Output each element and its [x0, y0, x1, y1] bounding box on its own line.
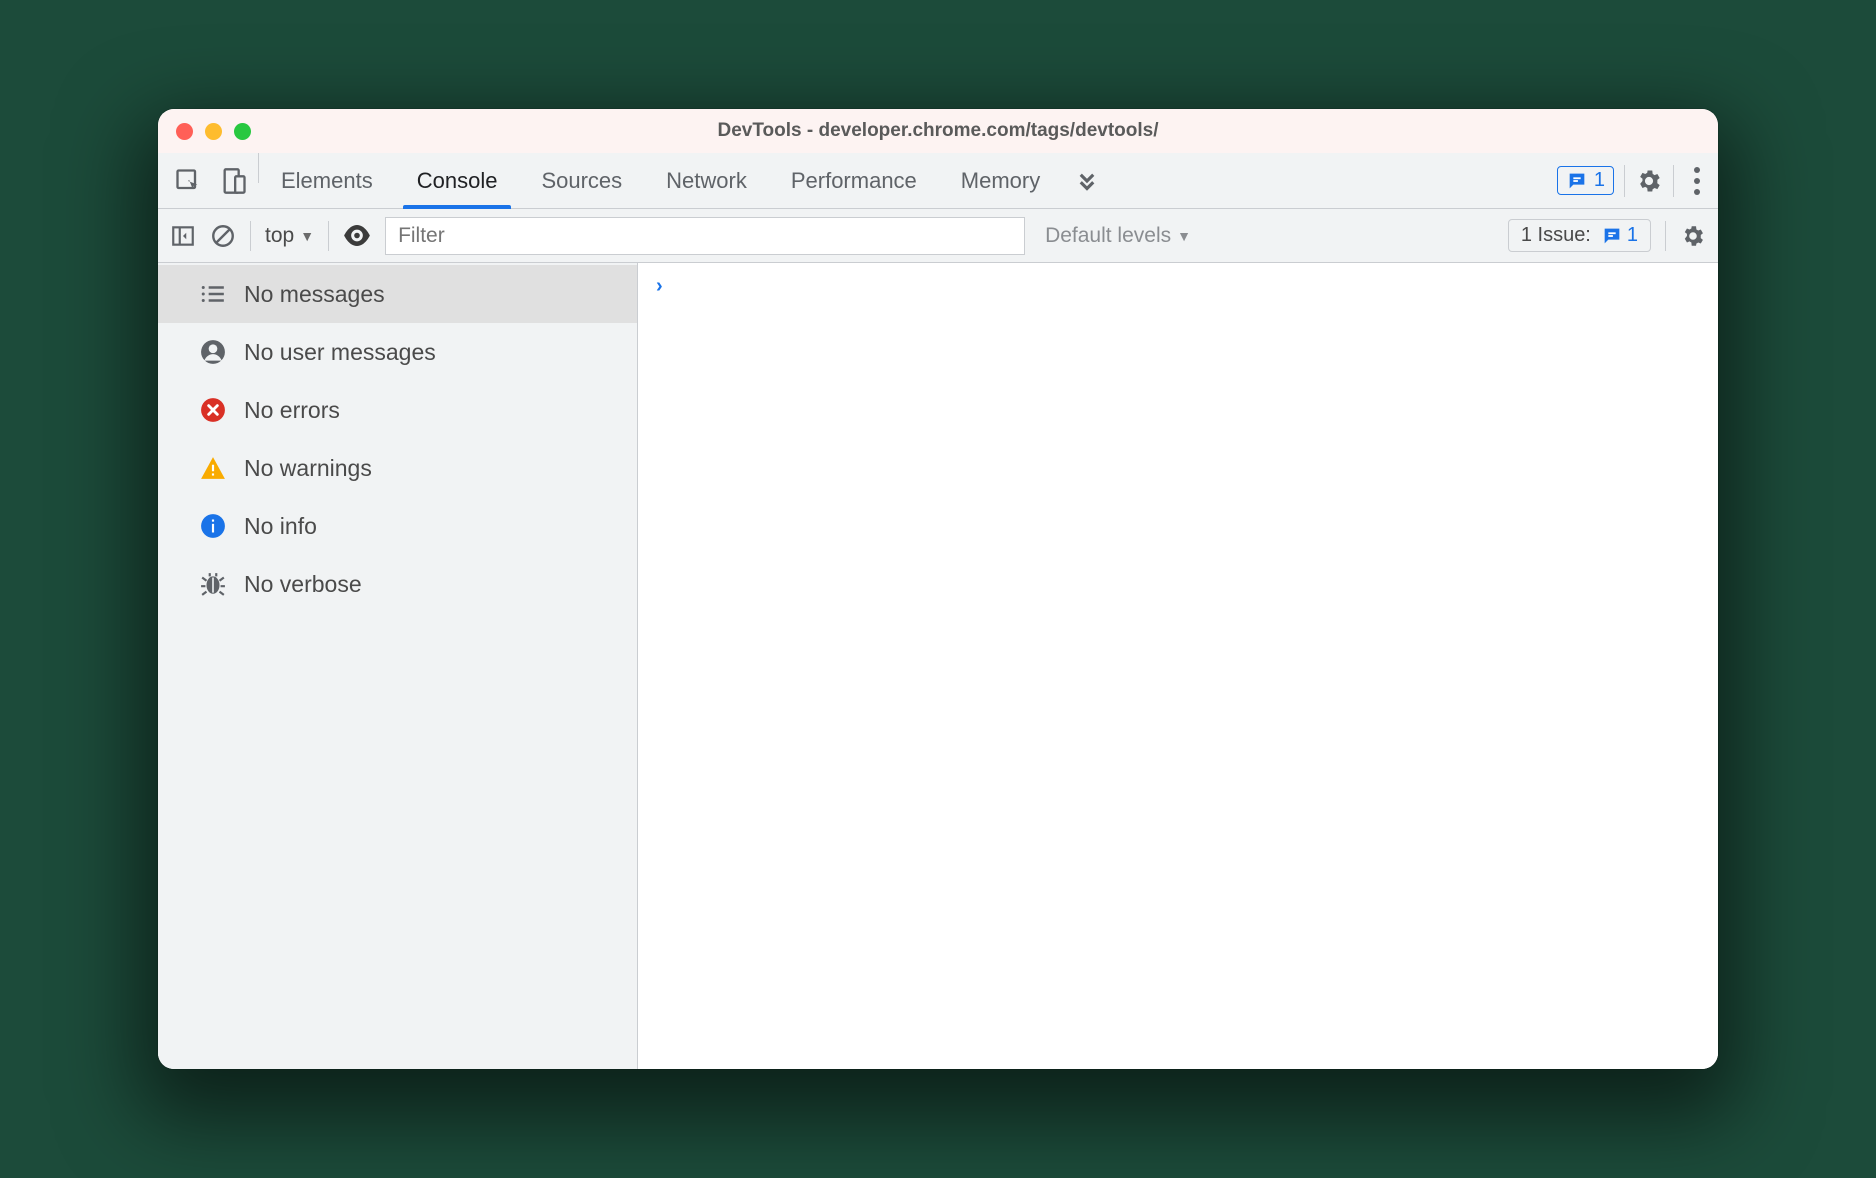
console-toolbar: top ▼ Default levels ▼ 1 Issue: 1: [158, 209, 1718, 263]
sidebar-item-label: No verbose: [244, 571, 362, 598]
tab-sources[interactable]: Sources: [519, 153, 644, 208]
dropdown-icon: ▼: [1177, 228, 1191, 244]
bug-icon: [200, 571, 226, 597]
tab-network[interactable]: Network: [644, 153, 769, 208]
console-sidebar: No messages No user messages No errors: [158, 263, 638, 1069]
dropdown-icon: ▼: [300, 228, 314, 244]
sidebar-item-label: No messages: [244, 281, 385, 308]
toggle-sidebar-icon[interactable]: [170, 223, 196, 249]
tab-label: Network: [666, 168, 747, 194]
sidebar-item-errors[interactable]: No errors: [158, 381, 637, 439]
issues-badge[interactable]: 1: [1557, 166, 1614, 195]
issues-count: 1: [1627, 224, 1638, 247]
warning-icon: [200, 455, 226, 481]
log-levels-selector[interactable]: Default levels ▼: [1045, 224, 1191, 248]
settings-icon[interactable]: [1635, 167, 1663, 195]
main-menu-button[interactable]: [1684, 167, 1710, 195]
tab-label: Sources: [541, 168, 622, 194]
sidebar-item-label: No warnings: [244, 455, 372, 482]
devtools-window: DevTools - developer.chrome.com/tags/dev…: [158, 109, 1718, 1069]
tab-label: Elements: [281, 168, 373, 194]
issues-label: 1 Issue:: [1521, 224, 1591, 247]
issues-badge-count: 1: [1594, 169, 1605, 192]
info-icon: [200, 513, 226, 539]
sidebar-item-warnings[interactable]: No warnings: [158, 439, 637, 497]
tab-console[interactable]: Console: [395, 153, 520, 208]
execution-context-selector[interactable]: top ▼: [265, 224, 314, 248]
user-icon: [200, 339, 226, 365]
tab-label: Performance: [791, 168, 917, 194]
titlebar: DevTools - developer.chrome.com/tags/dev…: [158, 109, 1718, 153]
console-output[interactable]: ›: [638, 263, 1718, 1069]
minimize-window-button[interactable]: [205, 123, 222, 140]
tab-label: Console: [417, 168, 498, 194]
tab-memory[interactable]: Memory: [939, 153, 1062, 208]
filter-input[interactable]: [385, 217, 1025, 255]
sidebar-item-verbose[interactable]: No verbose: [158, 555, 637, 613]
console-settings-icon[interactable]: [1680, 223, 1706, 249]
levels-label: Default levels: [1045, 224, 1171, 248]
panel-tabstrip: Elements Console Sources Network Perform…: [158, 153, 1718, 209]
zoom-window-button[interactable]: [234, 123, 251, 140]
close-window-button[interactable]: [176, 123, 193, 140]
clear-console-icon[interactable]: [210, 223, 236, 249]
live-expression-icon[interactable]: [343, 225, 371, 247]
console-prompt-icon: ›: [656, 275, 663, 298]
sidebar-item-label: No info: [244, 513, 317, 540]
more-tabs-button[interactable]: [1062, 153, 1116, 208]
console-body: No messages No user messages No errors: [158, 263, 1718, 1069]
sidebar-item-label: No errors: [244, 397, 340, 424]
sidebar-item-label: No user messages: [244, 339, 436, 366]
error-icon: [200, 397, 226, 423]
panel-tabs: Elements Console Sources Network Perform…: [259, 153, 1062, 208]
inspect-element-icon[interactable]: [174, 167, 202, 195]
sidebar-item-info[interactable]: No info: [158, 497, 637, 555]
window-controls: [158, 123, 251, 140]
tab-elements[interactable]: Elements: [259, 153, 395, 208]
window-title: DevTools - developer.chrome.com/tags/dev…: [158, 120, 1718, 142]
issues-counter[interactable]: 1 Issue: 1: [1508, 219, 1651, 252]
context-label: top: [265, 224, 294, 248]
sidebar-item-user-messages[interactable]: No user messages: [158, 323, 637, 381]
tab-label: Memory: [961, 168, 1040, 194]
device-toolbar-icon[interactable]: [220, 167, 248, 195]
list-icon: [200, 281, 226, 307]
tab-performance[interactable]: Performance: [769, 153, 939, 208]
sidebar-item-messages[interactable]: No messages: [158, 265, 637, 323]
